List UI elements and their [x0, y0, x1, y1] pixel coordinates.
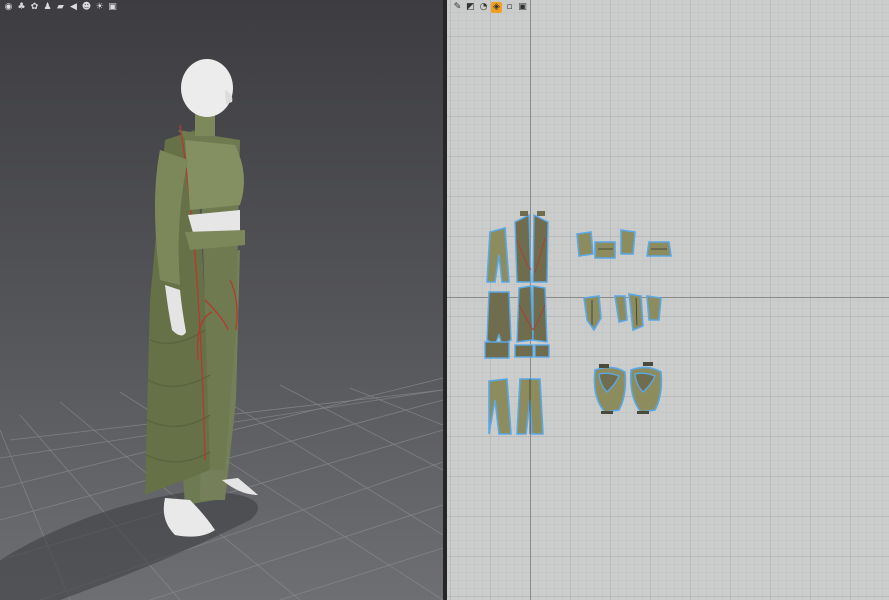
viewport-2d[interactable]: ✎ ◩ ◔ ◈ ▫ ▣ .pc { fill:#8d8c5e; stroke:#…: [447, 0, 889, 600]
pants-pieces: [488, 378, 544, 435]
coat-sleeve-pieces: [484, 285, 550, 359]
avatar-head: [181, 59, 233, 117]
bodice-side-pieces: [583, 293, 662, 332]
crop-top-3d: [185, 140, 244, 210]
pattern-layout: .pc { fill:#8d8c5e; stroke:#5aa8e6; stro…: [484, 211, 672, 435]
padded-pocket-pieces: [593, 362, 663, 414]
scene-3d: [0, 59, 443, 600]
top-bodice-pieces: [576, 229, 672, 259]
viewport-3d[interactable]: ◉ ♣ ✿ ♟ ▰ ◀ ☻ ☀ ▣: [0, 0, 443, 600]
coat-front-back-pieces: [486, 211, 549, 283]
avatar-shadow: [0, 490, 259, 600]
